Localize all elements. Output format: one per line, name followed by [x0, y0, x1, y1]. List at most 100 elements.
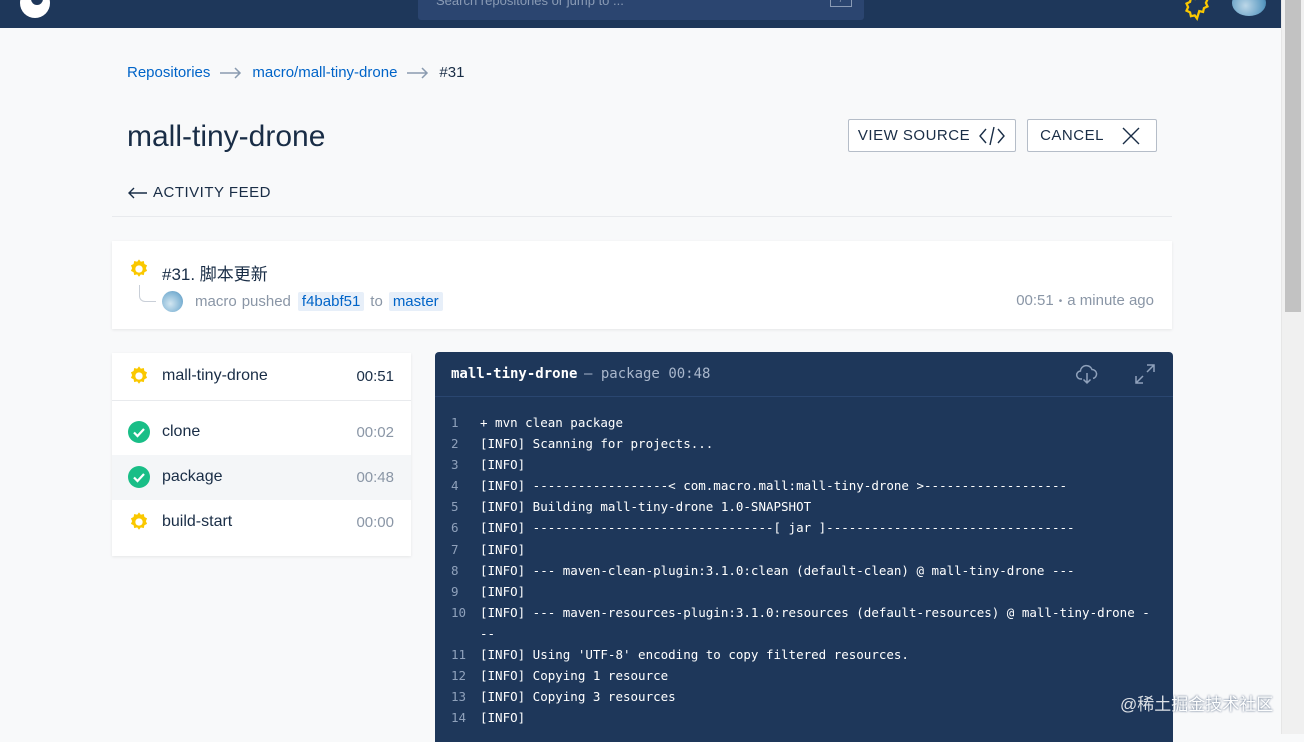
log-line-number: 6 [451, 520, 459, 536]
scrollbar-thumb[interactable] [1285, 0, 1301, 312]
log-line-text: [INFO] --------------------------------[… [480, 520, 1075, 536]
build-duration: 00:51 [1016, 292, 1054, 309]
log-line-number: 12 [451, 668, 467, 684]
log-line: 12 [INFO] Copying 1 resource [435, 665, 1173, 686]
log-line-number: 11 [451, 647, 467, 663]
log-line: 2 [INFO] Scanning for projects... [435, 433, 1173, 454]
log-elapsed: 00:48 [668, 366, 711, 382]
log-line: 5 [INFO] Building mall-tiny-drone 1.0-SNA… [435, 496, 1173, 517]
branch-link[interactable]: master [388, 292, 443, 311]
log-line-number: 8 [451, 562, 459, 578]
stage-item-build-start[interactable]: build-start 00:00 [112, 500, 411, 545]
user-avatar[interactable] [1232, 0, 1266, 16]
build-action: pushed [241, 293, 291, 310]
pipeline-header[interactable]: mall-tiny-drone 00:51 [112, 353, 411, 401]
log-line-text: [INFO] [480, 541, 526, 557]
search-input[interactable]: Search repositories or jump to ... / [418, 0, 864, 20]
log-line: 3 [INFO] [435, 454, 1173, 475]
breadcrumb-repo[interactable]: macro/mall-tiny-drone [252, 64, 397, 81]
stage-duration: 00:48 [356, 469, 394, 486]
view-source-button[interactable]: VIEW SOURCE [848, 119, 1016, 152]
pipeline-duration: 00:51 [356, 368, 394, 385]
tree-connector [139, 285, 156, 302]
breadcrumb: Repositories macro/mall-tiny-drone #31 [127, 64, 464, 81]
log-line-number: 9 [451, 583, 459, 599]
log-line-number: 2 [451, 436, 459, 452]
log-line-number: 5 [451, 499, 459, 515]
separator-dot: • [1058, 295, 1063, 307]
log-panel: mall-tiny-drone — package 00:48 1 + mvn c… [435, 352, 1173, 742]
pipeline-name: mall-tiny-drone [162, 367, 268, 384]
log-pipeline-name: mall-tiny-drone [451, 366, 578, 382]
stage-item-package[interactable]: package 00:48 [112, 455, 411, 500]
build-title: #31. 脚本更新 [162, 265, 268, 284]
arrow-left-icon [128, 187, 147, 198]
check-circle-icon [128, 421, 150, 443]
log-line: 10 [INFO] --- maven-resources-plugin:3.1.… [435, 602, 1173, 644]
running-status-icon [130, 512, 148, 530]
log-line-text: [INFO] [480, 457, 526, 473]
check-circle-icon [128, 466, 150, 488]
watermark-text: @稀土掘金技术社区 [1120, 695, 1274, 714]
log-line: 6 [INFO] --------------------------------… [435, 517, 1173, 538]
log-line-number: 7 [451, 541, 459, 557]
stage-duration: 00:00 [356, 514, 394, 531]
close-icon [1122, 127, 1140, 144]
log-line-text: [INFO] Scanning for projects... [480, 436, 714, 452]
build-author: macro [195, 293, 237, 310]
stage-name: package [162, 468, 223, 485]
log-line-text: [INFO] ------------------< com.macro.mal… [480, 478, 1067, 494]
log-line-number: 10 [451, 604, 467, 620]
log-header: mall-tiny-drone — package 00:48 [435, 352, 1173, 397]
stage-name: clone [162, 423, 201, 440]
log-line-text: + mvn clean package [480, 415, 623, 430]
stage-name: build-start [162, 513, 233, 530]
code-icon [979, 126, 1006, 145]
breadcrumb-repositories[interactable]: Repositories [127, 64, 210, 81]
cancel-button[interactable]: CANCEL [1027, 119, 1157, 152]
log-line-text: [INFO] --- maven-resources-plugin:3.1.0:… [480, 604, 1150, 641]
log-line-text: [INFO] Copying 3 resources [480, 689, 676, 705]
running-status-icon [130, 259, 148, 277]
running-status-icon [130, 366, 148, 384]
commit-link[interactable]: f4babf51 [297, 292, 365, 311]
log-line: 4 [INFO] ------------------< com.macro.ma… [435, 475, 1173, 496]
search-shortcut-key: / [830, 0, 852, 7]
build-to-word: to [370, 293, 383, 310]
log-line-text: [INFO] Using 'UTF-8' encoding to copy fi… [480, 647, 909, 663]
arrow-right-icon [220, 66, 242, 79]
log-line: 11 [INFO] Using 'UTF-8' encoding to copy … [435, 644, 1173, 665]
log-line: 1 + mvn clean package [435, 412, 1173, 433]
download-icon[interactable] [1075, 362, 1099, 386]
log-line-text: [INFO] --- maven-clean-plugin:3.1.0:clea… [480, 562, 1075, 578]
build-relative-time: a minute ago [1067, 292, 1154, 309]
log-line-number: 1 [451, 415, 459, 430]
expand-icon[interactable] [1134, 363, 1156, 385]
build-meta: macro pushed f4babf51 to master [195, 292, 449, 311]
page-title: mall-tiny-drone [127, 120, 326, 153]
log-line-text: [INFO] [480, 710, 526, 726]
author-avatar [162, 291, 183, 312]
log-line-number: 4 [451, 478, 459, 494]
cancel-label: CANCEL [1040, 127, 1104, 144]
page-scrollbar[interactable] [1281, 0, 1304, 734]
log-line-number: 3 [451, 457, 459, 473]
log-step-info: — package 00:48 [584, 366, 711, 382]
log-line-text: [INFO] [480, 583, 526, 599]
log-line-number: 14 [451, 710, 467, 726]
log-step-name: package [600, 366, 660, 382]
gear-icon[interactable] [1180, 0, 1214, 22]
log-line: 8 [INFO] --- maven-clean-plugin:3.1.0:cle… [435, 560, 1173, 581]
activity-feed-link[interactable]: ACTIVITY FEED [127, 184, 271, 201]
view-source-label: VIEW SOURCE [857, 127, 971, 144]
build-summary-card: #31. 脚本更新 macro pushed f4babf51 to maste… [112, 241, 1172, 329]
log-line: 13 [INFO] Copying 3 resources [435, 686, 1173, 707]
stage-item-clone[interactable]: clone 00:02 [112, 410, 411, 455]
stage-duration: 00:02 [356, 424, 394, 441]
log-line-text: [INFO] Building mall-tiny-drone 1.0-SNAP… [480, 499, 812, 515]
breadcrumb-build: #31 [439, 64, 465, 81]
drone-logo-icon[interactable] [18, 0, 52, 20]
log-lines: 1 + mvn clean package 2 [INFO] Scanning for… [435, 412, 1173, 728]
activity-feed-label: ACTIVITY FEED [153, 184, 271, 201]
log-line-number: 13 [451, 689, 467, 705]
